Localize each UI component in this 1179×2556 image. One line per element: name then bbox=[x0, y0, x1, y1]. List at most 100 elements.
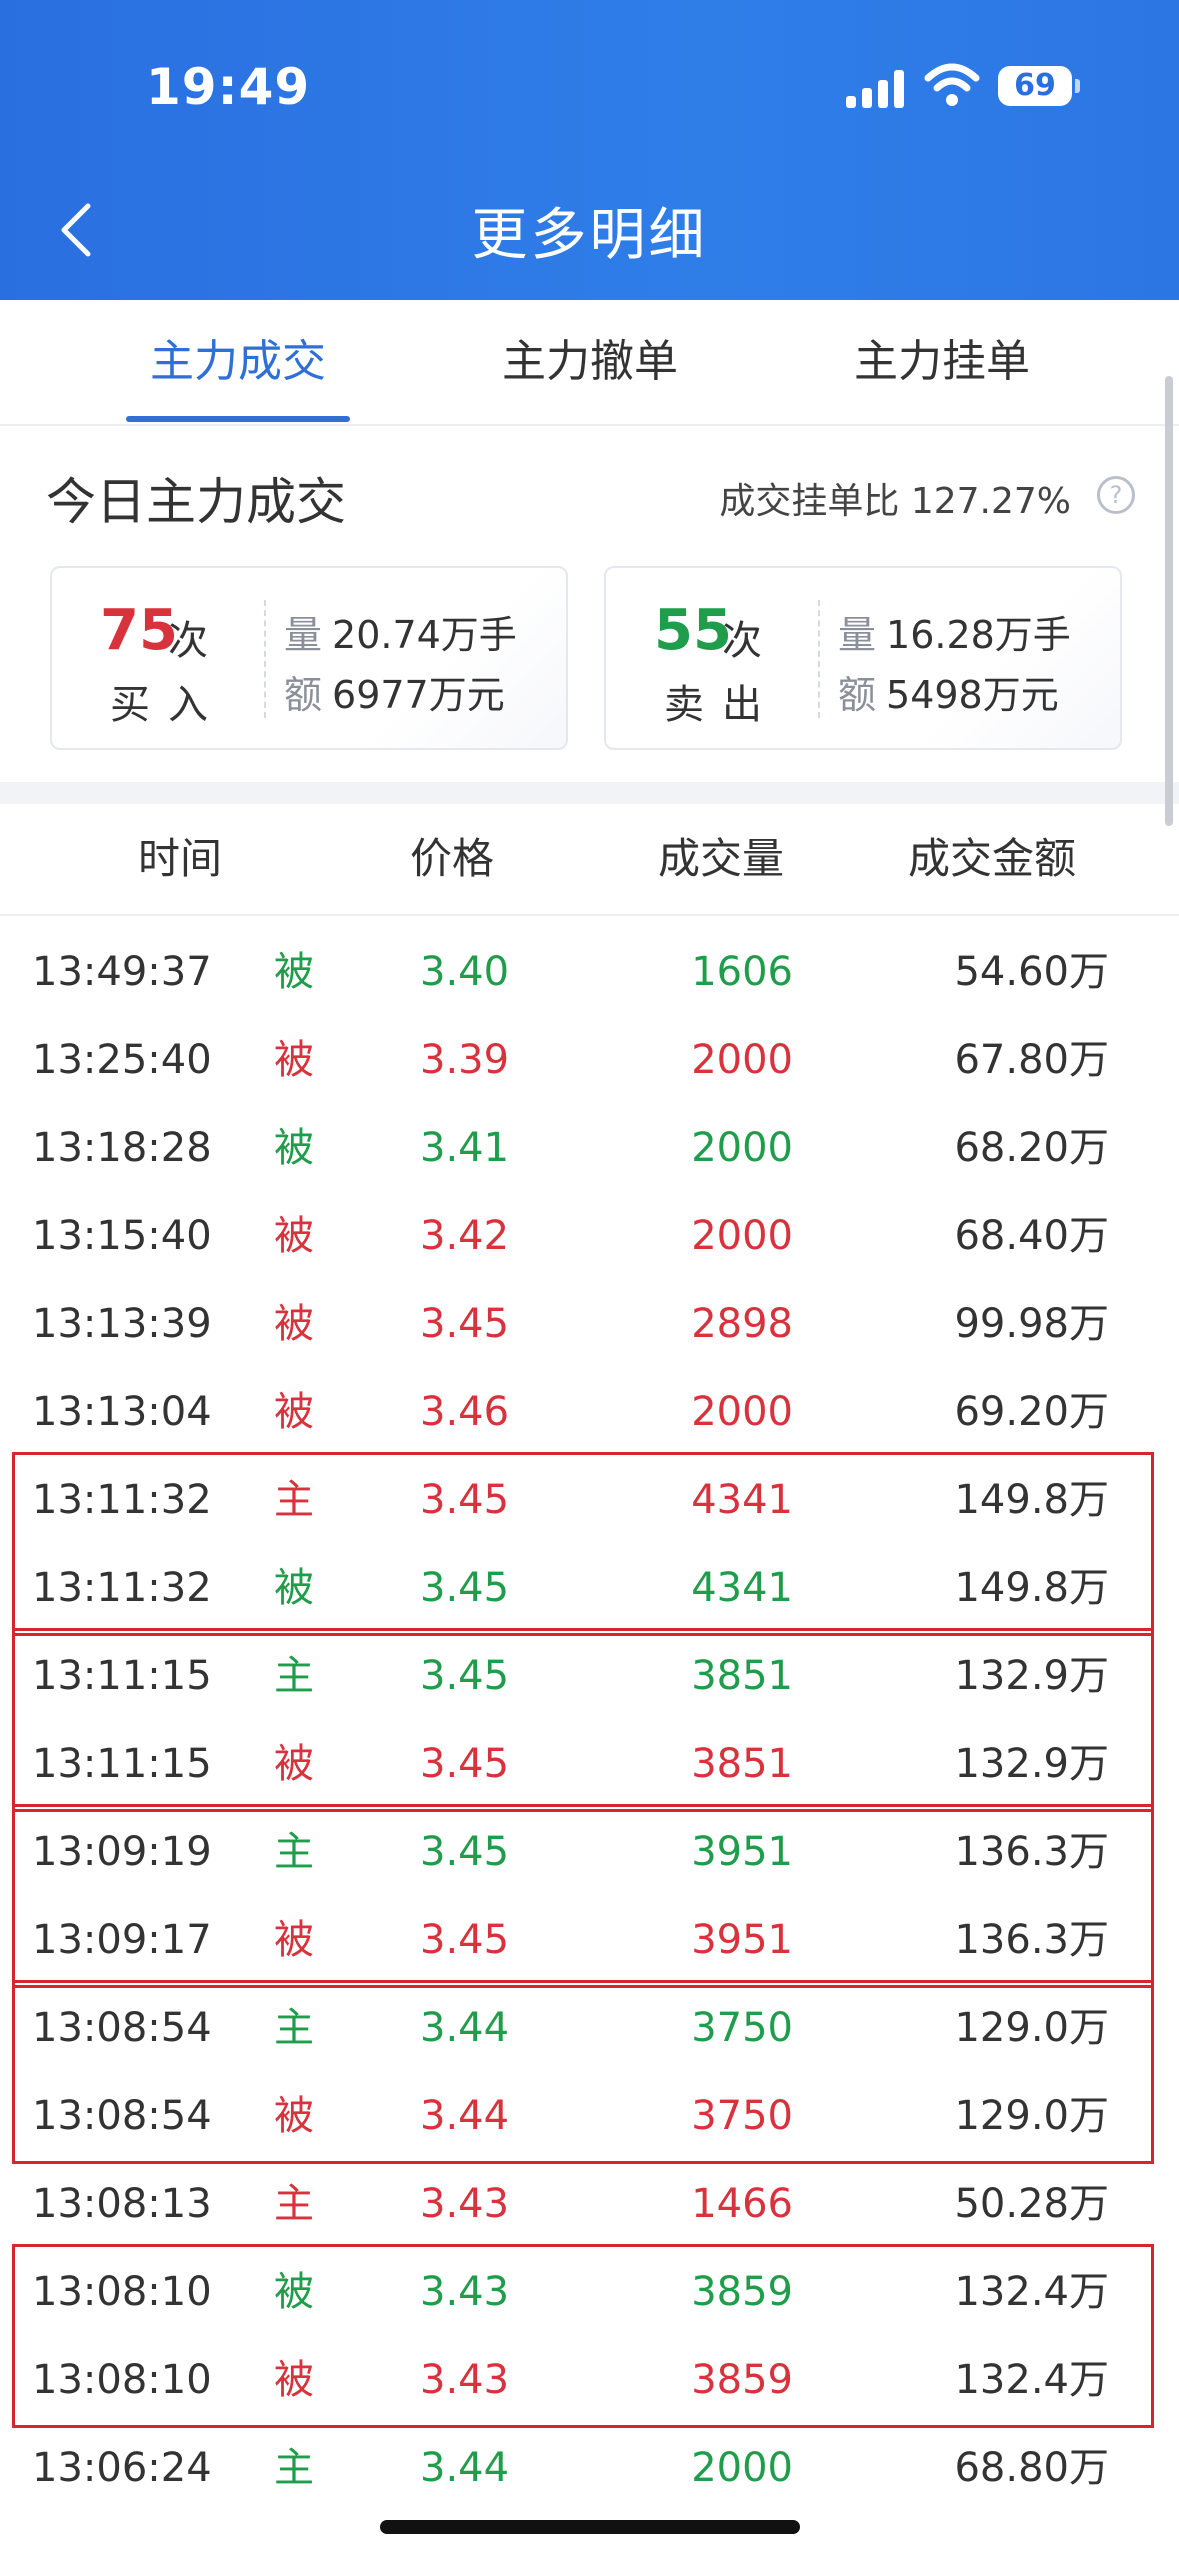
highlight-box bbox=[12, 1452, 1154, 1636]
table-row[interactable]: 13:18:28 被 3.41 2000 68.20万 bbox=[0, 1104, 1179, 1192]
trade-price: 3.40 bbox=[420, 949, 510, 995]
wifi-icon bbox=[924, 63, 980, 106]
trade-price: 3.42 bbox=[420, 1213, 510, 1259]
trade-type: 被 bbox=[274, 1301, 314, 1347]
trade-amount: 68.40万 bbox=[954, 1213, 1109, 1259]
section-separator bbox=[0, 782, 1179, 804]
buy-volume: 量 20.74万手 bbox=[284, 604, 517, 659]
trade-volume: 2000 bbox=[691, 1037, 793, 1083]
trade-type: 被 bbox=[274, 949, 314, 995]
trade-amount: 68.20万 bbox=[954, 1125, 1109, 1171]
trade-type: 主 bbox=[274, 2181, 314, 2227]
table-header: 时间 价格 成交量 成交金额 bbox=[0, 804, 1179, 916]
app-header: 19:49 69 更多明细 bbox=[0, 0, 1179, 300]
trade-volume: 2000 bbox=[691, 1213, 793, 1259]
trade-volume: 2898 bbox=[691, 1301, 793, 1347]
column-header-volume[interactable]: 成交量 bbox=[658, 804, 784, 914]
tab-main-orders[interactable]: 主力挂单 bbox=[792, 300, 1092, 424]
card-divider bbox=[818, 600, 820, 718]
scrollbar[interactable] bbox=[1165, 376, 1173, 826]
active-tab-indicator bbox=[126, 416, 350, 422]
table-row[interactable]: 13:13:04 被 3.46 2000 69.20万 bbox=[0, 1368, 1179, 1456]
summary-title: 今日主力成交 bbox=[46, 473, 346, 531]
trade-price: 3.43 bbox=[420, 2181, 510, 2227]
sell-summary-card: 55 次 卖出 量 16.28万手 额 5498万元 bbox=[604, 566, 1122, 750]
sell-volume: 量 16.28万手 bbox=[838, 604, 1071, 659]
trade-time: 13:13:39 bbox=[32, 1301, 212, 1347]
status-time: 19:49 bbox=[146, 58, 311, 116]
home-indicator[interactable] bbox=[380, 2520, 800, 2534]
trade-list[interactable]: 13:49:37 被 3.40 1606 54.60万 13:25:40 被 3.39 2000… bbox=[0, 916, 1179, 2556]
trade-time: 13:25:40 bbox=[32, 1037, 212, 1083]
buy-count: 75 bbox=[100, 598, 178, 663]
trade-amount: 99.98万 bbox=[954, 1301, 1109, 1347]
sell-volume-value: 16.28万手 bbox=[886, 613, 1071, 657]
trade-type: 被 bbox=[274, 1389, 314, 1435]
column-header-time[interactable]: 时间 bbox=[138, 804, 222, 914]
sell-amount: 额 5498万元 bbox=[838, 664, 1059, 719]
buy-amount-key: 额 bbox=[284, 673, 323, 717]
trade-price: 3.46 bbox=[420, 1389, 510, 1435]
trade-time: 13:08:13 bbox=[32, 2181, 212, 2227]
sell-amount-value: 5498万元 bbox=[886, 673, 1059, 717]
trade-volume: 2000 bbox=[691, 1389, 793, 1435]
table-row[interactable]: 13:25:40 被 3.39 2000 67.80万 bbox=[0, 1016, 1179, 1104]
sell-count: 55 bbox=[654, 598, 732, 663]
tab-main-cancels[interactable]: 主力撤单 bbox=[440, 300, 740, 424]
card-divider bbox=[264, 600, 266, 718]
trade-type: 被 bbox=[274, 1125, 314, 1171]
highlight-box bbox=[12, 1628, 1154, 1812]
trade-price: 3.41 bbox=[420, 1125, 510, 1171]
sell-volume-key: 量 bbox=[838, 613, 877, 657]
trade-volume: 1466 bbox=[691, 2181, 793, 2227]
trade-price: 3.45 bbox=[420, 1301, 510, 1347]
ratio-value: 127.27% bbox=[910, 481, 1071, 522]
column-header-amount[interactable]: 成交金额 bbox=[908, 804, 1076, 914]
trade-amount: 50.28万 bbox=[954, 2181, 1109, 2227]
trade-time: 13:15:40 bbox=[32, 1213, 212, 1259]
highlight-box bbox=[12, 2244, 1154, 2428]
buy-amount-value: 6977万元 bbox=[332, 673, 505, 717]
trade-amount: 69.20万 bbox=[954, 1389, 1109, 1435]
table-row[interactable]: 13:15:40 被 3.42 2000 68.40万 bbox=[0, 1192, 1179, 1280]
buy-amount: 额 6977万元 bbox=[284, 664, 505, 719]
trade-volume: 2000 bbox=[691, 1125, 793, 1171]
battery-indicator: 69 bbox=[998, 66, 1080, 106]
trade-time: 13:49:37 bbox=[32, 949, 212, 995]
tab-main-trades[interactable]: 主力成交 bbox=[88, 300, 388, 424]
buy-volume-value: 20.74万手 bbox=[332, 613, 517, 657]
help-icon[interactable]: ? bbox=[1097, 476, 1135, 514]
table-row[interactable]: 13:13:39 被 3.45 2898 99.98万 bbox=[0, 1280, 1179, 1368]
tab-bar: 主力成交 主力撤单 主力挂单 bbox=[0, 300, 1179, 426]
trade-price: 3.39 bbox=[420, 1037, 510, 1083]
trade-time: 13:13:04 bbox=[32, 1389, 212, 1435]
column-header-price[interactable]: 价格 bbox=[410, 804, 494, 914]
buy-label: 买入 bbox=[110, 682, 226, 728]
trade-type: 主 bbox=[274, 2445, 314, 2491]
highlight-box bbox=[12, 1980, 1154, 2164]
table-row[interactable]: 13:08:13 主 3.43 1466 50.28万 bbox=[0, 2160, 1179, 2248]
sell-count-unit: 次 bbox=[722, 618, 762, 664]
ratio-label: 成交挂单比 bbox=[719, 481, 900, 522]
highlight-box bbox=[12, 1804, 1154, 1988]
page-title: 更多明细 bbox=[471, 203, 708, 268]
trade-amount: 68.80万 bbox=[954, 2445, 1109, 2491]
trade-time: 13:18:28 bbox=[32, 1125, 212, 1171]
buy-volume-key: 量 bbox=[284, 613, 323, 657]
table-row[interactable]: 13:49:37 被 3.40 1606 54.60万 bbox=[0, 928, 1179, 1016]
sell-label: 卖出 bbox=[664, 682, 780, 728]
trade-amount: 67.80万 bbox=[954, 1037, 1109, 1083]
buy-count-unit: 次 bbox=[168, 618, 208, 664]
trade-time: 13:06:24 bbox=[32, 2445, 212, 2491]
trade-volume: 2000 bbox=[691, 2445, 793, 2491]
trade-volume: 1606 bbox=[691, 949, 793, 995]
trade-type: 被 bbox=[274, 1213, 314, 1259]
trade-type: 被 bbox=[274, 1037, 314, 1083]
buy-summary-card: 75 次 买入 量 20.74万手 额 6977万元 bbox=[50, 566, 568, 750]
trade-order-ratio: 成交挂单比 127.27% bbox=[719, 472, 1071, 524]
sell-amount-key: 额 bbox=[838, 673, 877, 717]
trade-amount: 54.60万 bbox=[954, 949, 1109, 995]
trade-price: 3.44 bbox=[420, 2445, 510, 2491]
table-row[interactable]: 13:06:24 主 3.44 2000 68.80万 bbox=[0, 2424, 1179, 2512]
cellular-signal-icon bbox=[846, 68, 904, 108]
